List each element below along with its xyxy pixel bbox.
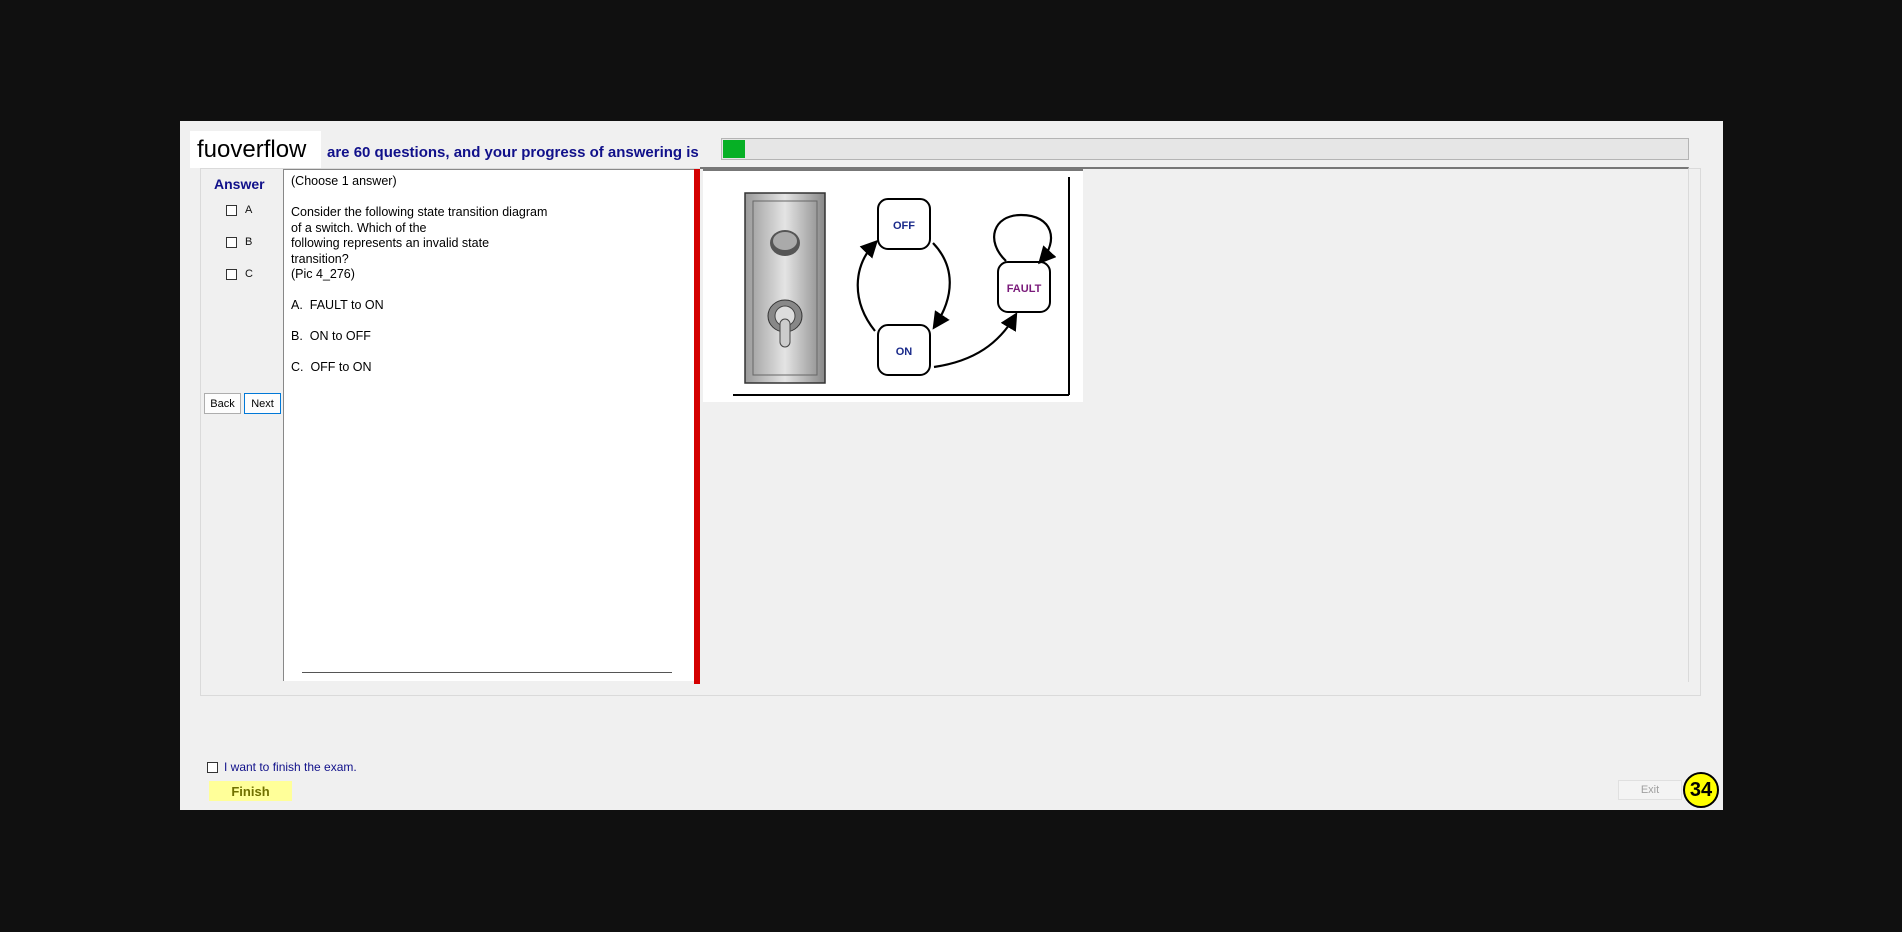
state-transition-diagram: OFF ON FAULT (733, 177, 1070, 396)
state-off: OFF (877, 198, 931, 250)
answer-header: Answer (214, 176, 265, 192)
transition-on-to-off (856, 239, 879, 332)
option-c[interactable]: C (226, 268, 253, 280)
back-button[interactable]: Back (204, 393, 241, 414)
option-a-label: A (245, 204, 253, 216)
next-button[interactable]: Next (244, 393, 281, 414)
svg-text:OFF: OFF (893, 220, 915, 232)
progress-label: are 60 questions, and your progress of a… (327, 144, 699, 161)
question-count-badge: 34 (1683, 772, 1719, 808)
transition-on-to-fault (933, 312, 1018, 369)
option-a[interactable]: A (226, 204, 252, 216)
option-b-checkbox[interactable] (226, 236, 237, 248)
progress-bar (721, 138, 1689, 160)
exit-button[interactable]: Exit (1618, 780, 1682, 800)
horizontal-scrollbar[interactable] (302, 672, 672, 673)
progress-fill (723, 140, 746, 158)
option-b[interactable]: B (226, 236, 252, 248)
option-b-label: B (245, 236, 253, 248)
question-panel[interactable]: (Choose 1 answer) Consider the following… (283, 169, 695, 681)
state-fault: FAULT (997, 261, 1051, 313)
brand-logo: fuoverflow (190, 131, 321, 168)
transition-off-to-on (932, 242, 951, 330)
finish-button[interactable]: Finish (209, 781, 292, 801)
switch-picture (744, 192, 826, 384)
transition-fault-self-loop (993, 213, 1057, 265)
finish-exam-check[interactable]: I want to finish the exam. (207, 760, 357, 774)
finish-exam-label: I want to finish the exam. (224, 760, 357, 774)
finish-exam-checkbox[interactable] (207, 761, 218, 773)
state-on: ON (877, 324, 931, 376)
option-c-label: C (245, 268, 253, 280)
svg-text:ON: ON (896, 346, 913, 358)
option-c-checkbox[interactable] (226, 268, 237, 280)
question-text: (Choose 1 answer) Consider the following… (291, 174, 548, 374)
panel-splitter[interactable] (694, 169, 700, 684)
option-a-checkbox[interactable] (226, 204, 237, 216)
question-image: OFF ON FAULT (703, 169, 1083, 402)
svg-text:FAULT: FAULT (1007, 283, 1042, 295)
